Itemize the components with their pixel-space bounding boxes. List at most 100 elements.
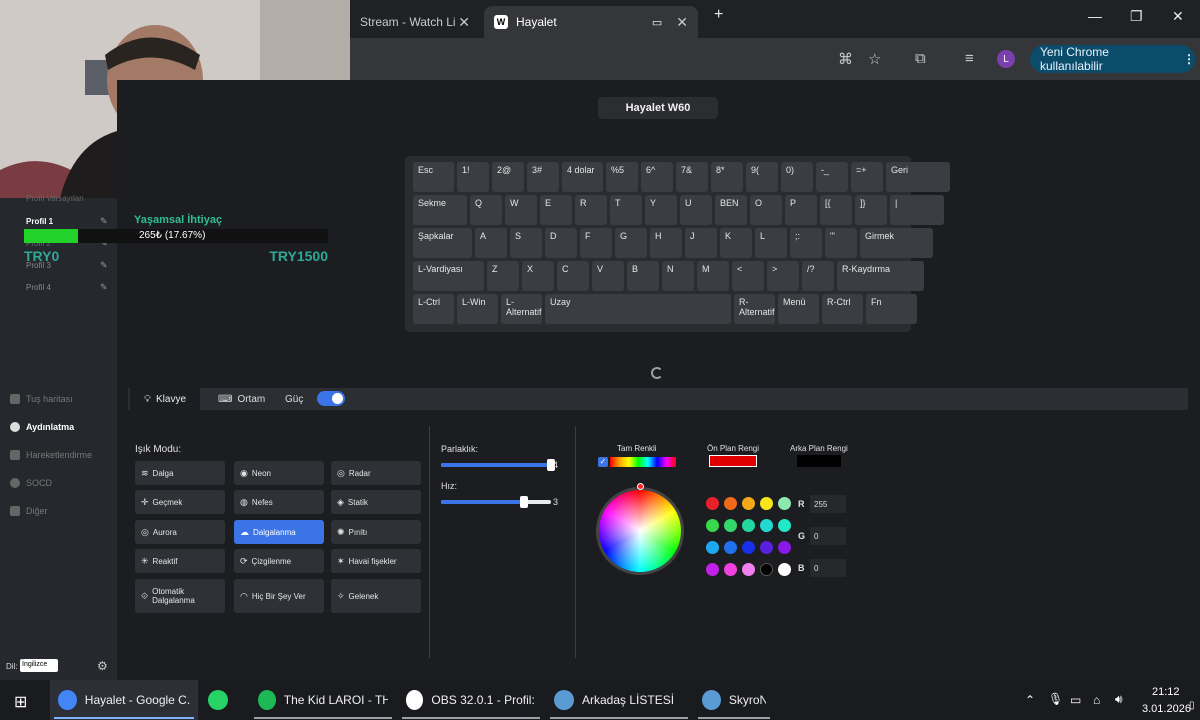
- taskbar-item[interactable]: Arkadaş LİSTESİ: [546, 680, 692, 720]
- key[interactable]: /?: [802, 261, 834, 291]
- red-input[interactable]: 255: [810, 495, 846, 513]
- bookmark-star-icon[interactable]: ☆: [868, 50, 881, 68]
- key[interactable]: 3#: [527, 162, 559, 192]
- key[interactable]: Geri: [886, 162, 950, 192]
- full-color-checkbox[interactable]: ✓: [598, 457, 608, 467]
- media-control-icon[interactable]: ≡: [965, 50, 974, 67]
- tab-power[interactable]: Güç: [271, 388, 317, 410]
- key[interactable]: Fn: [866, 294, 917, 324]
- color-swatch[interactable]: [706, 541, 719, 554]
- key[interactable]: <: [732, 261, 764, 291]
- color-swatch[interactable]: [742, 563, 755, 576]
- profile-avatar[interactable]: L: [997, 50, 1015, 68]
- mode-button[interactable]: ◎ Aurora: [135, 520, 225, 544]
- color-swatch[interactable]: [760, 541, 773, 554]
- mode-button[interactable]: ✛ Geçmek: [135, 490, 225, 514]
- maximize-icon[interactable]: ❐: [1130, 8, 1143, 25]
- key[interactable]: L: [755, 228, 787, 258]
- mode-button[interactable]: ✧ Gelenek: [331, 579, 421, 613]
- key[interactable]: 0): [781, 162, 813, 192]
- nav-animation[interactable]: Hareketlendirme: [10, 450, 92, 460]
- key[interactable]: R-Alternatif: [734, 294, 775, 324]
- key[interactable]: Sekme: [413, 195, 467, 225]
- key[interactable]: 1!: [457, 162, 489, 192]
- color-swatch[interactable]: [778, 541, 791, 554]
- key[interactable]: K: [720, 228, 752, 258]
- color-swatch[interactable]: [760, 519, 773, 532]
- key[interactable]: 2@: [492, 162, 524, 192]
- close-icon[interactable]: ✕: [676, 14, 688, 31]
- close-icon[interactable]: ✕: [458, 14, 470, 31]
- key[interactable]: -_: [816, 162, 848, 192]
- key[interactable]: [{: [820, 195, 852, 225]
- taskbar-item[interactable]: SkyroN: [694, 680, 774, 720]
- full-color-rainbow-bar[interactable]: [610, 457, 676, 467]
- tab-ambient[interactable]: ⌨︎ Ortam: [204, 388, 279, 410]
- key[interactable]: V: [592, 261, 624, 291]
- key[interactable]: Y: [645, 195, 677, 225]
- tray-chevron-icon[interactable]: ⌃: [1025, 693, 1035, 707]
- key[interactable]: F: [580, 228, 612, 258]
- profile-4[interactable]: Profil 4: [26, 283, 51, 292]
- key[interactable]: Z: [487, 261, 519, 291]
- nav-socd[interactable]: SOCD: [10, 478, 52, 488]
- color-swatch[interactable]: [706, 519, 719, 532]
- nav-lighting[interactable]: Aydınlatma: [10, 422, 74, 432]
- key[interactable]: >: [767, 261, 799, 291]
- color-swatch[interactable]: [778, 563, 791, 576]
- green-input[interactable]: 0: [810, 527, 846, 545]
- color-swatch[interactable]: [706, 563, 719, 576]
- tab-stream[interactable]: Stream - Watch Liv ✕: [350, 6, 480, 38]
- key[interactable]: Esc: [413, 162, 454, 192]
- notification-icon[interactable]: ▯: [1189, 700, 1195, 711]
- tab-hayalet[interactable]: W Hayalet ▭ ✕: [484, 6, 698, 38]
- key[interactable]: L-Vardiyası: [413, 261, 484, 291]
- key[interactable]: D: [545, 228, 577, 258]
- volume-icon[interactable]: 🔊︎: [1115, 692, 1123, 707]
- tab-keyboard[interactable]: 💡︎ Klavye: [130, 388, 201, 410]
- color-swatch[interactable]: [706, 497, 719, 510]
- key[interactable]: ]}: [855, 195, 887, 225]
- mode-button[interactable]: ⟐ Otomatik Dalgalanma: [135, 579, 225, 613]
- color-swatch[interactable]: [742, 541, 755, 554]
- key[interactable]: Uzay: [545, 294, 731, 324]
- foreground-color-swatch[interactable]: [709, 455, 757, 467]
- color-swatch[interactable]: [724, 519, 737, 532]
- color-swatch[interactable]: [724, 497, 737, 510]
- speed-slider[interactable]: [441, 496, 551, 508]
- network-icon[interactable]: ⌂: [1093, 693, 1100, 707]
- color-swatch[interactable]: [724, 541, 737, 554]
- color-swatch[interactable]: [760, 497, 773, 510]
- key[interactable]: R-Kaydırma: [837, 261, 924, 291]
- nav-other[interactable]: Diğer: [10, 506, 48, 516]
- key[interactable]: R: [575, 195, 607, 225]
- key[interactable]: L-Ctrl: [413, 294, 454, 324]
- key[interactable]: 4 dolar: [562, 162, 603, 192]
- windows-start-icon[interactable]: ⊞: [14, 692, 27, 712]
- mode-button[interactable]: ⟳ Çizgilenme: [234, 549, 324, 573]
- color-swatch[interactable]: [724, 563, 737, 576]
- taskbar-item[interactable]: Hayalet - Google C...: [50, 680, 198, 720]
- color-swatch[interactable]: [742, 497, 755, 510]
- color-wheel-handle[interactable]: [637, 483, 644, 490]
- key[interactable]: ;:: [790, 228, 822, 258]
- microphone-icon[interactable]: 🎙︎: [1048, 692, 1063, 706]
- nav-keymap[interactable]: Tuş haritası: [10, 394, 73, 404]
- taskbar-item[interactable]: The Kid LAROI - TH...: [250, 680, 396, 720]
- color-swatch[interactable]: [760, 563, 773, 576]
- color-swatch[interactable]: [778, 519, 791, 532]
- taskbar-item[interactable]: [200, 680, 244, 720]
- blue-input[interactable]: 0: [810, 559, 846, 577]
- profile-default[interactable]: Profil Varsayılan: [26, 194, 84, 203]
- mode-button[interactable]: ◎ Radar: [331, 461, 421, 485]
- edit-icon[interactable]: ✎: [100, 282, 108, 293]
- key[interactable]: O: [750, 195, 782, 225]
- key[interactable]: BEN: [715, 195, 747, 225]
- key[interactable]: Menü: [778, 294, 819, 324]
- extensions-icon[interactable]: ⧉: [915, 50, 926, 67]
- key[interactable]: A: [475, 228, 507, 258]
- key[interactable]: 6^: [641, 162, 673, 192]
- key[interactable]: H: [650, 228, 682, 258]
- key[interactable]: 9(: [746, 162, 778, 192]
- key[interactable]: Şapkalar: [413, 228, 472, 258]
